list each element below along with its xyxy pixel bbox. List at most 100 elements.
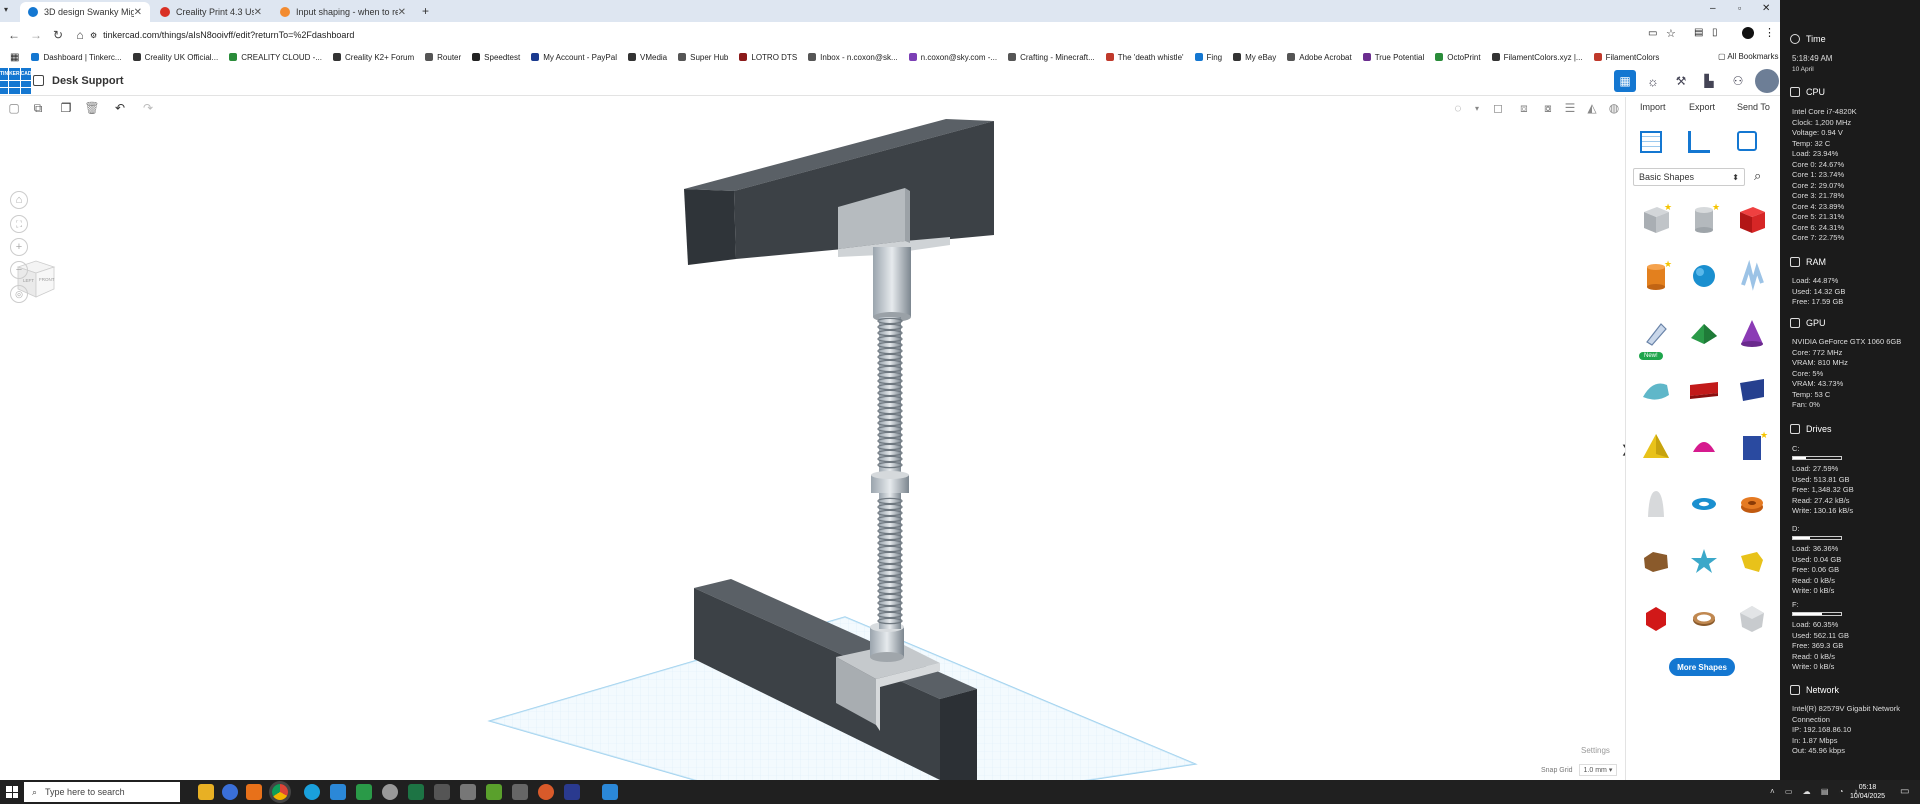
export-button[interactable]: Export xyxy=(1689,102,1715,112)
profile-avatar[interactable] xyxy=(1742,27,1754,39)
polygon-shape[interactable]: ★ xyxy=(1728,426,1776,468)
send-to-button[interactable]: Send To xyxy=(1737,102,1770,112)
site-info-icon[interactable]: ⚙ xyxy=(90,31,97,40)
sphere-shape[interactable] xyxy=(1680,255,1728,297)
zoom-in-icon[interactable]: + xyxy=(10,238,28,256)
cylinder-hole-shape[interactable]: ★ xyxy=(1680,198,1728,240)
user-avatar[interactable] xyxy=(1755,69,1779,93)
firefox-icon[interactable] xyxy=(222,784,238,800)
url-field[interactable]: ⚙ tinkercad.com/things/aIsN8ooivff/edit?… xyxy=(90,26,1630,44)
redo-icon[interactable]: ↷ xyxy=(140,100,156,116)
ring-shape[interactable] xyxy=(1680,597,1728,639)
chrome-icon[interactable] xyxy=(272,784,288,800)
menu-kebab-icon[interactable]: ⋮ xyxy=(1764,26,1775,39)
blocks-icon[interactable]: ⚒ xyxy=(1670,70,1692,92)
bookmark-item[interactable]: Super Hub xyxy=(678,53,728,62)
home-icon[interactable]: ⌂ xyxy=(72,27,88,43)
forward-icon[interactable]: → xyxy=(28,27,44,43)
notes-icon[interactable] xyxy=(1737,131,1757,151)
bookmark-item[interactable]: The 'death whistle' xyxy=(1105,53,1184,62)
copy-icon[interactable]: ⧉ xyxy=(30,100,46,116)
paraboloid-shape[interactable] xyxy=(1632,483,1680,525)
tab-search-icon[interactable]: ▾ xyxy=(4,5,16,17)
group-icon[interactable]: ⧈ xyxy=(1516,100,1532,116)
bookmark-item[interactable]: Dashboard | Tinkerc... xyxy=(31,53,122,62)
pyramid-shape[interactable] xyxy=(1632,426,1680,468)
tube-shape[interactable] xyxy=(1728,483,1776,525)
box-shape[interactable] xyxy=(1728,198,1776,240)
bookmark-item[interactable]: OctoPrint xyxy=(1435,53,1481,62)
hex-nut[interactable] xyxy=(871,471,909,493)
more-shapes-button[interactable]: More Shapes xyxy=(1669,658,1735,676)
roof-shape[interactable] xyxy=(1680,312,1728,354)
design-title[interactable]: Desk Support xyxy=(52,75,124,87)
taskbar-clock[interactable]: 05:18 10/04/2025 xyxy=(1850,783,1885,801)
bookmark-item[interactable]: LOTRO DTS xyxy=(739,53,797,62)
fit-view-icon[interactable]: ⛶ xyxy=(10,215,28,233)
bookmark-item[interactable]: FilamentColors xyxy=(1593,53,1659,62)
install-app-icon[interactable]: ▭ xyxy=(1648,28,1657,39)
xbox-icon[interactable] xyxy=(356,784,372,800)
search-shapes-icon[interactable]: ⌕ xyxy=(1754,168,1761,184)
half-sphere-shape[interactable] xyxy=(1680,426,1728,468)
bookmark-item[interactable]: True Potential xyxy=(1362,53,1424,62)
ruler-icon[interactable] xyxy=(1688,131,1710,153)
notifications-icon[interactable]: ▭ xyxy=(1900,786,1909,797)
box-hole-shape[interactable]: ★ xyxy=(1632,198,1680,240)
close-tab-icon[interactable]: ✕ xyxy=(398,7,406,18)
mirror-icon[interactable]: ◭ xyxy=(1584,100,1600,116)
settings-link[interactable]: Settings xyxy=(1581,746,1610,755)
apps-grid-icon[interactable]: ▦ xyxy=(10,52,19,63)
bookmark-item[interactable]: Fing xyxy=(1194,53,1222,62)
close-window-icon[interactable]: ✕ xyxy=(1762,3,1770,14)
duplicate-icon[interactable]: ❐ xyxy=(58,100,74,116)
scribble-shape[interactable] xyxy=(1728,255,1776,297)
dodecahedron-shape[interactable] xyxy=(1728,597,1776,639)
tools-icon[interactable] xyxy=(460,784,476,800)
torus-shape[interactable] xyxy=(1680,483,1728,525)
minimize-icon[interactable]: – xyxy=(1710,3,1716,14)
tab-tinkercad[interactable]: 3D design Swanky Migelo - Tin ✕ xyxy=(20,2,150,22)
sidepanel-icon[interactable]: ▯ xyxy=(1712,27,1718,38)
tab-input-shaping[interactable]: Input shaping - when to redo? ✕ xyxy=(272,2,414,22)
3d-view-grid-icon[interactable]: ▦ xyxy=(1614,70,1636,92)
shape-category-select[interactable]: Basic Shapes ⬍ xyxy=(1633,168,1745,186)
cylinder-shape[interactable]: ★ xyxy=(1632,255,1680,297)
bookmark-item[interactable]: Router xyxy=(425,53,461,62)
rock-shape[interactable] xyxy=(1632,540,1680,582)
workplane-icon[interactable] xyxy=(1640,131,1662,153)
all-bookmarks[interactable]: ▢ All Bookmarks xyxy=(1718,52,1778,61)
reload-icon[interactable]: ↻ xyxy=(50,27,66,43)
design-list-icon[interactable] xyxy=(33,75,44,86)
app-icon-grey[interactable] xyxy=(382,784,398,800)
bookmark-item[interactable]: My Account - PayPal xyxy=(531,53,617,62)
add-user-icon[interactable]: ⚇ xyxy=(1727,70,1749,92)
star-shape[interactable] xyxy=(1680,540,1728,582)
icosahedron-shape[interactable] xyxy=(1632,597,1680,639)
import-button[interactable]: Import xyxy=(1640,102,1666,112)
excel-icon[interactable] xyxy=(408,784,424,800)
text-shape[interactable] xyxy=(1680,369,1728,411)
delete-icon[interactable]: 🗑 xyxy=(84,100,100,116)
sim-lab-icon[interactable]: ☼ xyxy=(1642,70,1664,92)
light-bulb-icon[interactable]: ◌ xyxy=(1450,100,1466,116)
app-icon-navy[interactable] xyxy=(564,784,580,800)
new-tab-button[interactable]: + xyxy=(422,4,429,18)
app-icon-orange[interactable] xyxy=(538,784,554,800)
bookmark-item[interactable]: My eBay xyxy=(1233,53,1276,62)
bookmark-item[interactable]: FilamentColors.xyz |... xyxy=(1491,53,1583,62)
round-roof-shape[interactable] xyxy=(1632,369,1680,411)
app-icon-green[interactable] xyxy=(486,784,502,800)
tinkercad-logo[interactable]: TIN KER CAD xyxy=(0,68,32,94)
cruise-icon[interactable]: ◍ xyxy=(1606,100,1622,116)
tab-creality-manual[interactable]: Creality Print 4.3 User Manual ✕ xyxy=(152,2,270,22)
bookmark-item[interactable]: CREALITY CLOUD -... xyxy=(229,53,322,62)
workplane-viewport[interactable]: LEFT FRONT ⌂ ⛶ + − ◎ xyxy=(0,119,1625,780)
home-view-icon[interactable]: ⌂ xyxy=(10,191,28,209)
3d-scene[interactable] xyxy=(0,119,1625,780)
file-explorer-icon[interactable] xyxy=(198,784,214,800)
bookmark-item[interactable]: Creality UK Official... xyxy=(132,53,218,62)
zoom-out-icon[interactable]: − xyxy=(10,261,28,279)
close-tab-icon[interactable]: ✕ xyxy=(134,7,142,18)
taskbar-search-input[interactable]: ⌕ Type here to search xyxy=(24,782,180,802)
